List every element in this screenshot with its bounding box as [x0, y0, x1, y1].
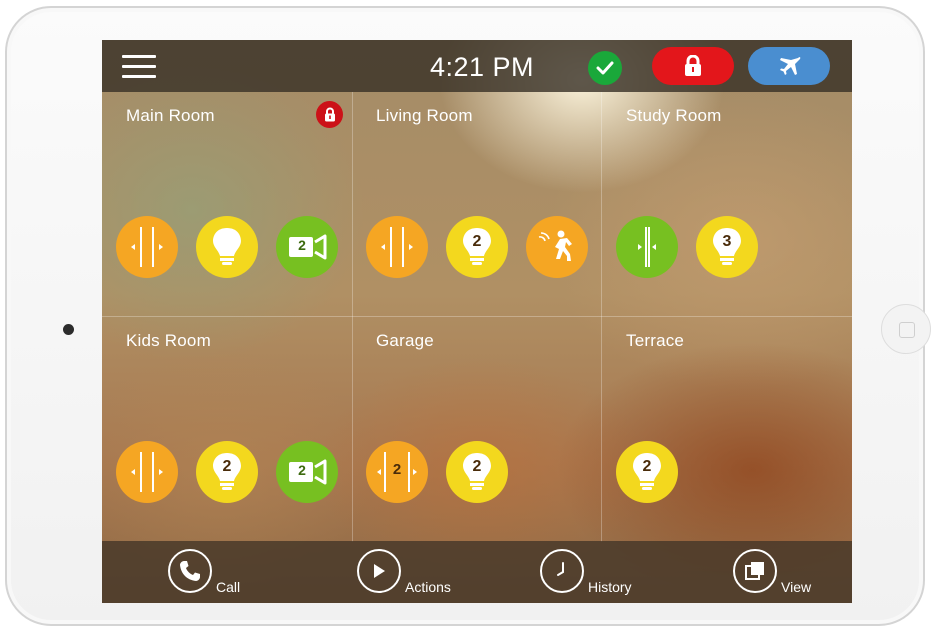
- motion-sensor-icon[interactable]: [526, 216, 588, 278]
- camera-count: 2: [298, 237, 306, 253]
- nav-label: Call: [216, 579, 241, 595]
- clock: 4:21 PM: [429, 52, 535, 82]
- bulb-count: 2: [472, 233, 482, 250]
- check-circle-icon[interactable]: [588, 51, 622, 85]
- room-name: Main Room: [126, 106, 215, 125]
- nav-label: View: [781, 579, 812, 595]
- nav-label: Actions: [405, 579, 451, 595]
- gate-icon[interactable]: 2: [366, 441, 428, 503]
- home-button[interactable]: [881, 304, 931, 354]
- room-name: Study Room: [626, 106, 722, 125]
- nav-label: History: [588, 579, 632, 595]
- nav-view[interactable]: View: [733, 547, 823, 599]
- top-bar: 4:21 PM: [102, 40, 852, 92]
- menu-icon[interactable]: [122, 53, 156, 79]
- bulb-icon[interactable]: [196, 216, 258, 278]
- clock-icon: [540, 549, 584, 593]
- padlock-icon: [685, 55, 701, 76]
- room-name: Living Room: [376, 106, 473, 125]
- bulb-icon[interactable]: 2: [196, 441, 258, 503]
- room-name: Terrace: [626, 331, 685, 350]
- gate-icon[interactable]: [116, 441, 178, 503]
- bulb-count: 2: [222, 458, 232, 475]
- gate-icon[interactable]: [116, 216, 178, 278]
- bulb-count: 2: [472, 458, 482, 475]
- bulb-icon[interactable]: 2: [446, 216, 508, 278]
- bottom-nav: Call Actions History View: [102, 541, 852, 603]
- gate-icon[interactable]: [366, 216, 428, 278]
- away-mode-button[interactable]: [748, 47, 830, 85]
- camera-count: 2: [298, 462, 306, 478]
- phone-icon: [168, 549, 212, 593]
- bulb-icon[interactable]: 3: [696, 216, 758, 278]
- room-main-room[interactable]: Main Room 2: [102, 92, 351, 316]
- gate-count: 2: [392, 461, 402, 478]
- front-camera: [63, 324, 74, 335]
- bulb-icon[interactable]: 2: [616, 441, 678, 503]
- bulb-count: 3: [722, 233, 732, 250]
- layers-icon: [733, 549, 777, 593]
- nav-history[interactable]: History: [540, 547, 650, 599]
- camera-icon[interactable]: 2: [276, 216, 338, 278]
- bulb-count: 2: [642, 458, 652, 475]
- lock-all-button[interactable]: [652, 47, 734, 85]
- room-kids-room[interactable]: Kids Room 2 2: [102, 317, 351, 541]
- room-lock-icon: [316, 101, 343, 128]
- nav-call[interactable]: Call: [168, 547, 258, 599]
- room-garage[interactable]: Garage 2 2: [352, 317, 601, 541]
- room-study-room[interactable]: Study Room 3: [602, 92, 851, 316]
- airplane-icon: [780, 57, 801, 75]
- camera-icon[interactable]: 2: [276, 441, 338, 503]
- nav-actions[interactable]: Actions: [357, 547, 467, 599]
- screen: 4:21 PM Main Room 2 Living Room 2 Study …: [102, 40, 852, 603]
- bulb-icon[interactable]: 2: [446, 441, 508, 503]
- room-name: Garage: [376, 331, 434, 350]
- room-terrace[interactable]: Terrace 2: [602, 317, 851, 541]
- room-name: Kids Room: [126, 331, 211, 350]
- gate-closed-icon[interactable]: [616, 216, 678, 278]
- room-living-room[interactable]: Living Room 2: [352, 92, 601, 316]
- play-icon: [357, 549, 401, 593]
